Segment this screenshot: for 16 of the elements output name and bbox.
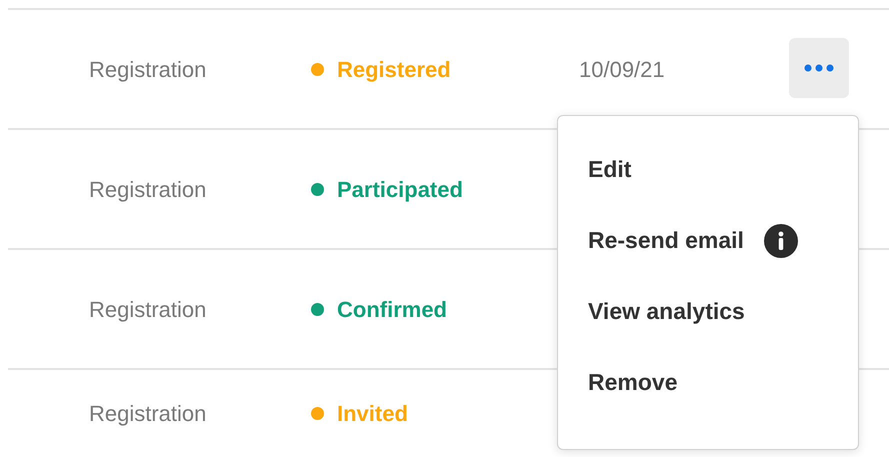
status-label: Registered — [337, 56, 451, 84]
menu-item[interactable]: Re-send email — [588, 223, 744, 258]
status-label: Invited — [337, 400, 408, 428]
table-cell-text: Registration — [89, 296, 208, 324]
info-icon — [764, 224, 798, 258]
date-cell-text: 10/09/21 — [579, 56, 666, 84]
more-icon — [804, 64, 834, 72]
status-label: Confirmed — [337, 296, 447, 324]
menu-item[interactable]: View analytics — [588, 294, 745, 329]
table-cell-text: Registration — [89, 400, 208, 428]
more-button[interactable] — [789, 38, 849, 98]
table-cell-text: Registration — [89, 56, 208, 84]
menu-item[interactable]: Remove — [588, 365, 678, 400]
status-label: Participated — [337, 176, 463, 204]
table-cell-text: Registration — [89, 176, 208, 204]
menu-item[interactable]: Edit — [588, 152, 632, 187]
